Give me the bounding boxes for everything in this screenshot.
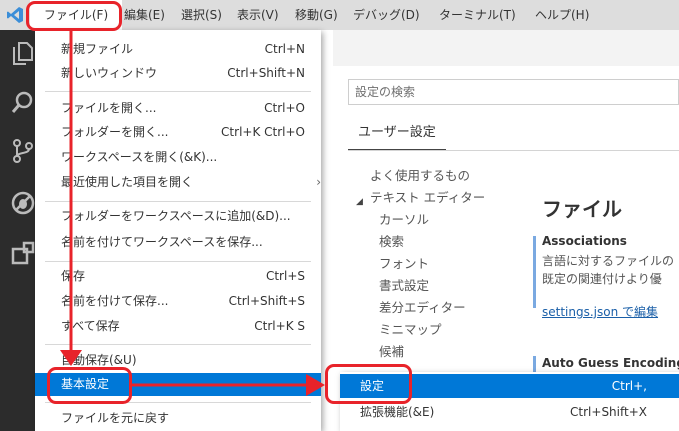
menu-item-save[interactable]: 保存 Ctrl+S xyxy=(35,265,321,288)
menu-edit[interactable]: 編集(E) xyxy=(124,0,165,30)
search-icon[interactable] xyxy=(10,90,36,116)
toc-item-minimap[interactable]: ミニマップ xyxy=(379,320,442,340)
menu-item-label: 保存 xyxy=(61,269,86,283)
menu-item-shortcut: Ctrl+S xyxy=(265,269,305,283)
setting-name-auto-guess-encoding: Auto Guess Encoding xyxy=(542,356,679,370)
menu-item-label: ファイルを開く... xyxy=(61,101,157,115)
setting-name-associations: Associations xyxy=(542,234,627,248)
menu-item-save-workspace-as[interactable]: 名前を付けてワークスペースを保存... xyxy=(35,231,321,254)
menu-item-label: 名前を付けてワークスペースを保存... xyxy=(61,235,263,249)
menu-item-label: 名前を付けて保存... xyxy=(61,294,169,308)
menu-item-open-workspace[interactable]: ワークスペースを開く(&K)... xyxy=(35,146,321,169)
menu-item-shortcut: Ctrl+K S xyxy=(254,319,305,333)
menu-go[interactable]: 移動(G) xyxy=(295,0,338,30)
menu-item-label: 最近使用した項目を開く xyxy=(61,175,194,189)
menu-item-open-recent[interactable]: 最近使用した項目を開く › xyxy=(35,171,321,194)
menu-item-save-all[interactable]: すべて保存 Ctrl+K S xyxy=(35,315,321,338)
menu-item-label: フォルダーをワークスペースに追加(&D)... xyxy=(61,209,291,223)
vscode-logo-icon xyxy=(7,7,23,23)
menu-separator xyxy=(45,91,311,92)
menu-item-revert-file[interactable]: ファイルを元に戻す xyxy=(35,407,321,430)
menu-item-shortcut: Ctrl+K Ctrl+O xyxy=(221,125,305,139)
toc-item-diff-editor[interactable]: 差分エディター xyxy=(379,298,466,318)
toc-item-suggestions[interactable]: 候補 xyxy=(379,342,404,362)
annotation-box-settings xyxy=(325,364,412,404)
submenu-arrow-icon: › xyxy=(316,175,321,189)
menu-item-label: ワークスペースを開く(&K)... xyxy=(61,150,218,164)
edit-in-settings-json-link[interactable]: settings.json で編集 xyxy=(542,303,658,320)
menu-item-label: すべて保存 xyxy=(61,319,120,333)
setting-description-line1: 言語に対するファイルの xyxy=(542,254,675,268)
menu-item-label: 新規ファイル xyxy=(61,42,134,56)
menu-item-save-as[interactable]: 名前を付けて保存... Ctrl+Shift+S xyxy=(35,290,321,313)
menu-terminal[interactable]: ターミナル(T) xyxy=(439,0,516,30)
debug-icon[interactable] xyxy=(10,190,36,216)
explorer-icon[interactable] xyxy=(10,40,36,66)
menu-debug[interactable]: デバッグ(D) xyxy=(353,0,420,30)
annotation-box-file-menu xyxy=(26,1,122,31)
toc-item-commonly-used[interactable]: よく使用するもの xyxy=(370,166,470,186)
source-control-icon[interactable] xyxy=(10,138,36,164)
expand-caret-icon[interactable]: ◢ xyxy=(356,197,363,207)
menu-item-label: フォルダーを開く... xyxy=(61,125,169,139)
menu-item-label: 新しいウィンドウ xyxy=(61,66,158,80)
toc-item-formatting[interactable]: 書式設定 xyxy=(379,276,429,296)
menu-item-shortcut: Ctrl+Shift+N xyxy=(227,66,305,80)
editor-tab-strip xyxy=(333,30,679,66)
menu-item-shortcut: Ctrl+, xyxy=(611,379,647,393)
tab-user-settings[interactable]: ユーザー設定 xyxy=(348,116,446,150)
menu-item-add-folder-to-workspace[interactable]: フォルダーをワークスペースに追加(&D)... xyxy=(35,205,321,228)
menu-item-open-folder[interactable]: フォルダーを開く... Ctrl+K Ctrl+O xyxy=(35,121,321,144)
settings-search-input[interactable]: 設定の検索 xyxy=(348,79,679,105)
menu-help[interactable]: ヘルプ(H) xyxy=(535,0,589,30)
menu-item-new-file[interactable]: 新規ファイル Ctrl+N xyxy=(35,38,321,61)
extensions-icon[interactable] xyxy=(10,240,36,266)
setting-modified-indicator xyxy=(533,236,536,308)
menu-item-label: ファイルを元に戻す xyxy=(61,411,170,425)
annotation-box-preferences xyxy=(47,367,132,404)
tab-divider xyxy=(348,150,679,151)
toc-item-text-editor[interactable]: テキスト エディター xyxy=(370,188,485,208)
menu-item-shortcut: Ctrl+Shift+X xyxy=(570,405,647,419)
menu-separator xyxy=(45,261,311,262)
menu-item-shortcut: Ctrl+O xyxy=(264,101,305,115)
menu-selection[interactable]: 選択(S) xyxy=(181,0,222,30)
menu-separator xyxy=(45,344,311,345)
section-title: ファイル xyxy=(542,197,622,221)
setting-description-line2: 既定の関連付けより優 xyxy=(542,272,662,286)
toc-item-cursor[interactable]: カーソル xyxy=(379,210,429,230)
menu-separator xyxy=(45,201,311,202)
toc-item-find[interactable]: 検索 xyxy=(379,232,404,252)
toc-item-font[interactable]: フォント xyxy=(379,254,429,274)
menu-item-new-window[interactable]: 新しいウィンドウ Ctrl+Shift+N xyxy=(35,62,321,85)
menu-view[interactable]: 表示(V) xyxy=(237,0,279,30)
menu-item-shortcut: Ctrl+N xyxy=(264,42,305,56)
menu-item-open-file[interactable]: ファイルを開く... Ctrl+O xyxy=(35,97,321,120)
menu-item-shortcut: Ctrl+Shift+S xyxy=(228,294,305,308)
